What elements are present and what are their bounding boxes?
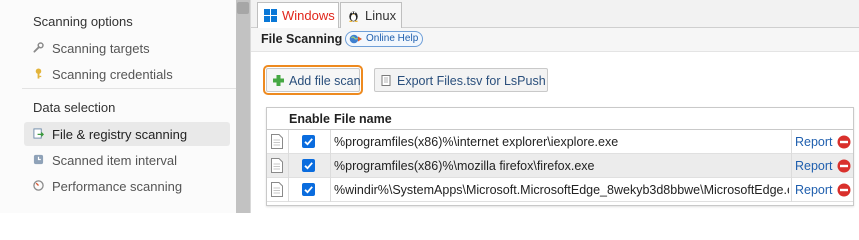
- wrench-icon: [33, 42, 44, 53]
- sidebar-item-label: Performance scanning: [52, 179, 183, 194]
- file-name-cell: %programfiles(x86)%\mozilla firefox\fire…: [334, 159, 595, 173]
- sidebar-item-label: Scanning credentials: [52, 67, 173, 82]
- sidebar-item-performance-scanning[interactable]: Performance scanning: [24, 174, 230, 198]
- sidebar-item-scanning-targets[interactable]: Scanning targets: [24, 36, 230, 60]
- report-link[interactable]: Report: [795, 183, 833, 197]
- tab-linux[interactable]: Linux: [340, 2, 402, 28]
- file-type-cell: [267, 130, 289, 154]
- enable-checkbox[interactable]: [302, 183, 315, 196]
- column-header-file-name[interactable]: File name: [334, 112, 392, 126]
- sidebar: Scanning options Scanning targets Scanni…: [0, 0, 236, 213]
- report-link[interactable]: Report: [795, 135, 833, 149]
- online-help-button[interactable]: Online Help: [345, 31, 424, 47]
- enable-checkbox[interactable]: [302, 159, 315, 172]
- document-icon: [271, 134, 283, 149]
- gauge-icon: [33, 180, 44, 191]
- sidebar-heading-scanning-options: Scanning options: [33, 14, 133, 29]
- file-scan-table: Enable File name %programfiles(x86)%\int…: [266, 107, 854, 206]
- sidebar-item-label: Scanning targets: [52, 41, 150, 56]
- plus-icon: [273, 75, 284, 86]
- online-help-icon: [349, 34, 362, 44]
- page-header: File Scanning Online Help: [251, 28, 859, 52]
- file-name-cell: %windir%\SystemApps\Microsoft.MicrosoftE…: [334, 183, 789, 197]
- sidebar-scrollbar[interactable]: [236, 0, 250, 213]
- os-tab-bar: Windows Linux: [251, 0, 859, 28]
- remove-icon[interactable]: [837, 183, 851, 197]
- sidebar-heading-data-selection: Data selection: [33, 100, 116, 115]
- key-icon: [35, 68, 42, 79]
- scrollbar-thumb[interactable]: [237, 2, 249, 14]
- main-panel: Windows Linux File Scanning Online Help: [250, 0, 859, 213]
- file-type-cell: [267, 154, 289, 178]
- table-header: Enable File name: [267, 108, 853, 130]
- file-scan-icon: [33, 128, 44, 139]
- table-row: %windir%\SystemApps\Microsoft.MicrosoftE…: [267, 178, 853, 202]
- tab-label: Windows: [282, 8, 335, 23]
- clock-icon: [33, 154, 44, 165]
- export-files-tsv-button[interactable]: Export Files.tsv for LsPush: [374, 68, 548, 92]
- linux-icon: [349, 11, 358, 22]
- tab-label: Linux: [365, 8, 397, 23]
- column-header-enable[interactable]: Enable: [289, 112, 330, 126]
- windows-icon: [264, 9, 277, 22]
- add-file-scan-label: Add file scan: [289, 74, 361, 88]
- report-link[interactable]: Report: [795, 159, 833, 173]
- checkmark-icon: [304, 186, 313, 194]
- file-name-cell: %programfiles(x86)%\internet explorer\ie…: [334, 135, 619, 149]
- sidebar-item-label: File & registry scanning: [52, 127, 188, 142]
- export-document-icon: [381, 75, 391, 86]
- file-type-cell: [267, 178, 289, 202]
- sidebar-item-label: Scanned item interval: [52, 153, 178, 168]
- sidebar-item-file-registry-scanning[interactable]: File & registry scanning: [24, 122, 230, 146]
- export-files-tsv-label: Export Files.tsv for LsPush: [397, 74, 546, 88]
- checkmark-icon: [304, 138, 313, 146]
- sidebar-divider: [22, 88, 236, 89]
- remove-icon[interactable]: [837, 159, 851, 173]
- table-row: %programfiles(x86)%\internet explorer\ie…: [267, 130, 853, 154]
- checkmark-icon: [304, 162, 313, 170]
- page-title: File Scanning: [261, 32, 343, 46]
- tab-windows[interactable]: Windows: [257, 2, 339, 28]
- add-file-scan-button[interactable]: Add file scan: [263, 65, 363, 95]
- remove-icon[interactable]: [837, 135, 851, 149]
- sidebar-item-scanned-item-interval[interactable]: Scanned item interval: [24, 148, 230, 172]
- online-help-label: Online Help: [366, 33, 419, 44]
- document-icon: [271, 182, 283, 197]
- document-icon: [271, 158, 283, 173]
- table-row: %programfiles(x86)%\mozilla firefox\fire…: [267, 154, 853, 178]
- enable-checkbox[interactable]: [302, 135, 315, 148]
- sidebar-item-scanning-credentials[interactable]: Scanning credentials: [24, 62, 230, 86]
